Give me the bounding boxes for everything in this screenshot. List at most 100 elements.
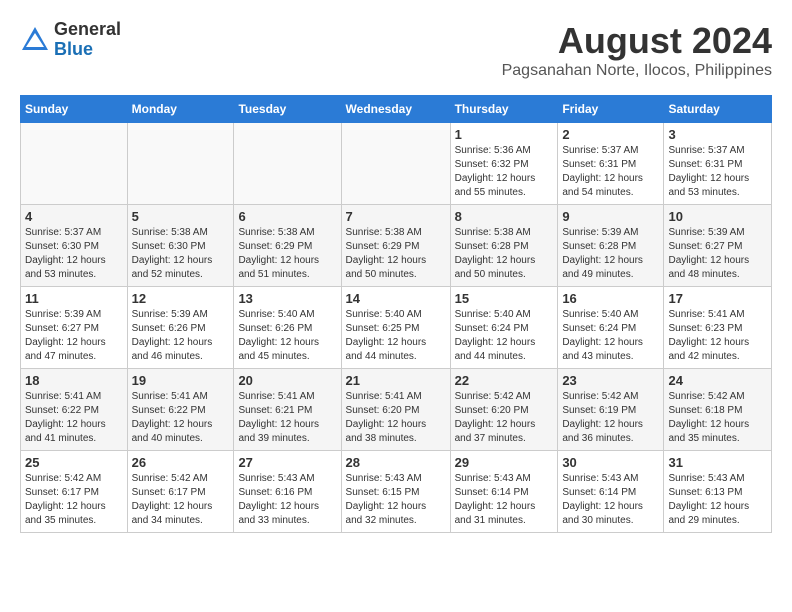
calendar-cell: 10Sunrise: 5:39 AMSunset: 6:27 PMDayligh…	[664, 205, 772, 287]
calendar-cell: 6 Sunrise: 5:38 AMSunset: 6:29 PMDaylight…	[234, 205, 341, 287]
calendar-cell: 19 Sunrise: 5:41 AMSunset: 6:22 PMDayligh…	[127, 369, 234, 451]
day-info: Sunrise: 5:43 AMSunset: 6:13 PMDaylight:…	[668, 472, 767, 528]
day-info: Sunrise: 5:43 AMSunset: 6:16 PMDaylight:…	[238, 472, 336, 528]
header-friday: Friday	[558, 96, 664, 123]
calendar-cell: 12 Sunrise: 5:39 AMSunset: 6:26 PMDayligh…	[127, 287, 234, 369]
day-number: 29	[455, 455, 554, 470]
day-number: 11	[25, 291, 123, 306]
calendar-cell	[234, 123, 341, 205]
day-info: Sunrise: 5:39 AMSunset: 6:28 PMDaylight:…	[562, 226, 659, 282]
day-number: 7	[346, 209, 446, 224]
day-info: Sunrise: 5:38 AMSunset: 6:30 PMDaylight:…	[132, 226, 230, 282]
calendar-cell: 26 Sunrise: 5:42 AMSunset: 6:17 PMDayligh…	[127, 451, 234, 533]
day-info: Sunrise: 5:39 AMSunset: 6:26 PMDaylight:…	[132, 308, 230, 364]
calendar-cell: 13Sunrise: 5:40 AMSunset: 6:26 PMDayligh…	[234, 287, 341, 369]
day-info: Sunrise: 5:42 AMSunset: 6:20 PMDaylight:…	[455, 390, 554, 446]
header-monday: Monday	[127, 96, 234, 123]
calendar-header-row: SundayMondayTuesdayWednesdayThursdayFrid…	[21, 96, 772, 123]
day-info: Sunrise: 5:41 AMSunset: 6:20 PMDaylight:…	[346, 390, 446, 446]
day-number: 14	[346, 291, 446, 306]
header-wednesday: Wednesday	[341, 96, 450, 123]
logo-blue-text: Blue	[54, 40, 121, 60]
calendar-week-row: 1Sunrise: 5:36 AMSunset: 6:32 PMDaylight…	[21, 123, 772, 205]
header-saturday: Saturday	[664, 96, 772, 123]
day-info: Sunrise: 5:43 AMSunset: 6:14 PMDaylight:…	[562, 472, 659, 528]
day-info: Sunrise: 5:41 AMSunset: 6:21 PMDaylight:…	[238, 390, 336, 446]
logo-icon	[20, 25, 50, 55]
header-tuesday: Tuesday	[234, 96, 341, 123]
day-number: 17	[668, 291, 767, 306]
calendar-cell: 21 Sunrise: 5:41 AMSunset: 6:20 PMDayligh…	[341, 369, 450, 451]
header-thursday: Thursday	[450, 96, 558, 123]
day-info: Sunrise: 5:41 AMSunset: 6:22 PMDaylight:…	[132, 390, 230, 446]
day-number: 18	[25, 373, 123, 388]
day-info: Sunrise: 5:40 AMSunset: 6:25 PMDaylight:…	[346, 308, 446, 364]
calendar-cell: 25Sunrise: 5:42 AMSunset: 6:17 PMDayligh…	[21, 451, 128, 533]
calendar-cell: 29 Sunrise: 5:43 AMSunset: 6:14 PMDayligh…	[450, 451, 558, 533]
day-number: 23	[562, 373, 659, 388]
day-info: Sunrise: 5:43 AMSunset: 6:15 PMDaylight:…	[346, 472, 446, 528]
calendar-week-row: 18 Sunrise: 5:41 AMSunset: 6:22 PMDayligh…	[21, 369, 772, 451]
calendar-cell	[127, 123, 234, 205]
day-info: Sunrise: 5:42 AMSunset: 6:18 PMDaylight:…	[668, 390, 767, 446]
calendar-cell: 4 Sunrise: 5:37 AMSunset: 6:30 PMDaylight…	[21, 205, 128, 287]
day-number: 22	[455, 373, 554, 388]
day-info: Sunrise: 5:40 AMSunset: 6:24 PMDaylight:…	[455, 308, 554, 364]
day-number: 31	[668, 455, 767, 470]
calendar-title: August 2024	[502, 20, 772, 62]
logo: General Blue	[20, 20, 121, 60]
calendar-cell: 16Sunrise: 5:40 AMSunset: 6:24 PMDayligh…	[558, 287, 664, 369]
day-info: Sunrise: 5:40 AMSunset: 6:24 PMDaylight:…	[562, 308, 659, 364]
day-info: Sunrise: 5:41 AMSunset: 6:22 PMDaylight:…	[25, 390, 123, 446]
day-info: Sunrise: 5:36 AMSunset: 6:32 PMDaylight:…	[455, 144, 554, 200]
day-number: 21	[346, 373, 446, 388]
day-number: 28	[346, 455, 446, 470]
calendar-cell: 30 Sunrise: 5:43 AMSunset: 6:14 PMDayligh…	[558, 451, 664, 533]
day-info: Sunrise: 5:38 AMSunset: 6:29 PMDaylight:…	[238, 226, 336, 282]
day-number: 4	[25, 209, 123, 224]
calendar-cell: 24 Sunrise: 5:42 AMSunset: 6:18 PMDayligh…	[664, 369, 772, 451]
day-number: 6	[238, 209, 336, 224]
day-info: Sunrise: 5:39 AMSunset: 6:27 PMDaylight:…	[668, 226, 767, 282]
calendar-week-row: 4 Sunrise: 5:37 AMSunset: 6:30 PMDaylight…	[21, 205, 772, 287]
day-number: 19	[132, 373, 230, 388]
day-info: Sunrise: 5:39 AMSunset: 6:27 PMDaylight:…	[25, 308, 123, 364]
logo-general-text: General	[54, 20, 121, 40]
calendar-cell: 9Sunrise: 5:39 AMSunset: 6:28 PMDaylight…	[558, 205, 664, 287]
day-info: Sunrise: 5:42 AMSunset: 6:17 PMDaylight:…	[25, 472, 123, 528]
day-number: 15	[455, 291, 554, 306]
day-number: 8	[455, 209, 554, 224]
calendar-cell: 22 Sunrise: 5:42 AMSunset: 6:20 PMDayligh…	[450, 369, 558, 451]
day-info: Sunrise: 5:41 AMSunset: 6:23 PMDaylight:…	[668, 308, 767, 364]
day-number: 20	[238, 373, 336, 388]
day-number: 27	[238, 455, 336, 470]
day-number: 5	[132, 209, 230, 224]
day-number: 30	[562, 455, 659, 470]
calendar-week-row: 11 Sunrise: 5:39 AMSunset: 6:27 PMDayligh…	[21, 287, 772, 369]
day-info: Sunrise: 5:42 AMSunset: 6:17 PMDaylight:…	[132, 472, 230, 528]
calendar-cell: 18 Sunrise: 5:41 AMSunset: 6:22 PMDayligh…	[21, 369, 128, 451]
day-number: 3	[668, 127, 767, 142]
title-section: August 2024 Pagsanahan Norte, Ilocos, Ph…	[502, 20, 772, 80]
day-info: Sunrise: 5:38 AMSunset: 6:28 PMDaylight:…	[455, 226, 554, 282]
calendar-cell: 7Sunrise: 5:38 AMSunset: 6:29 PMDaylight…	[341, 205, 450, 287]
calendar-cell: 15 Sunrise: 5:40 AMSunset: 6:24 PMDayligh…	[450, 287, 558, 369]
calendar-cell: 3 Sunrise: 5:37 AMSunset: 6:31 PMDaylight…	[664, 123, 772, 205]
calendar-week-row: 25Sunrise: 5:42 AMSunset: 6:17 PMDayligh…	[21, 451, 772, 533]
calendar-cell: 8 Sunrise: 5:38 AMSunset: 6:28 PMDaylight…	[450, 205, 558, 287]
calendar-cell: 1Sunrise: 5:36 AMSunset: 6:32 PMDaylight…	[450, 123, 558, 205]
day-number: 26	[132, 455, 230, 470]
day-info: Sunrise: 5:37 AMSunset: 6:30 PMDaylight:…	[25, 226, 123, 282]
day-number: 13	[238, 291, 336, 306]
calendar-cell: 14 Sunrise: 5:40 AMSunset: 6:25 PMDayligh…	[341, 287, 450, 369]
day-info: Sunrise: 5:43 AMSunset: 6:14 PMDaylight:…	[455, 472, 554, 528]
day-number: 24	[668, 373, 767, 388]
calendar-cell	[341, 123, 450, 205]
calendar-cell: 11 Sunrise: 5:39 AMSunset: 6:27 PMDayligh…	[21, 287, 128, 369]
day-number: 12	[132, 291, 230, 306]
day-info: Sunrise: 5:42 AMSunset: 6:19 PMDaylight:…	[562, 390, 659, 446]
day-info: Sunrise: 5:37 AMSunset: 6:31 PMDaylight:…	[668, 144, 767, 200]
header-sunday: Sunday	[21, 96, 128, 123]
calendar-cell: 27 Sunrise: 5:43 AMSunset: 6:16 PMDayligh…	[234, 451, 341, 533]
calendar-cell	[21, 123, 128, 205]
